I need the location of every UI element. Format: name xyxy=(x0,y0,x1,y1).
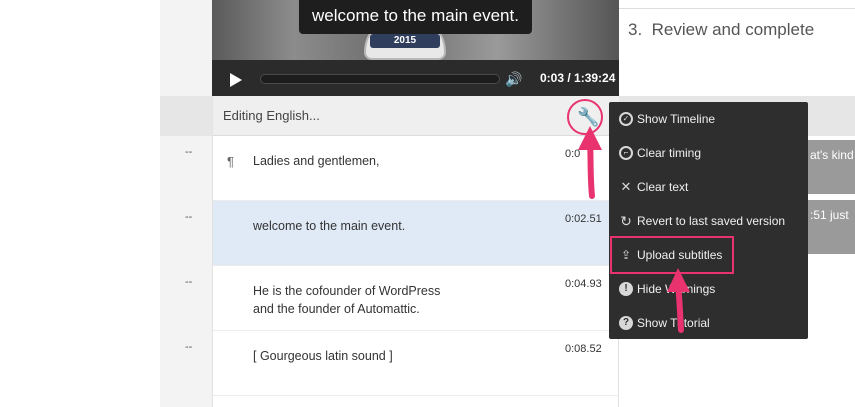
editor-header: Editing English... 🔧 xyxy=(213,96,619,136)
tools-button[interactable]: 🔧 xyxy=(567,99,603,135)
subtitle-time: 0:02.51 xyxy=(565,213,602,225)
subtitle-row[interactable]: ¶ Ladies and gentlemen, 0:0 xyxy=(213,136,619,201)
volume-icon[interactable]: 🔊 xyxy=(505,72,525,86)
x-icon: ✕ xyxy=(620,179,632,194)
menu-item-hide-warnings[interactable]: ! Hide Warnings xyxy=(609,273,808,305)
subtitle-time: 0:04.93 xyxy=(565,278,602,290)
menu-item-label: Clear timing xyxy=(637,146,702,160)
row-dash: -- xyxy=(185,211,193,223)
step-label: Review and complete xyxy=(651,20,815,39)
undo-icon: ↻ xyxy=(620,213,632,229)
menu-item-label: Show Timeline xyxy=(637,112,716,126)
upload-icon: ⇪ xyxy=(620,248,632,262)
subtitle-text[interactable]: Ladies and gentlemen, xyxy=(253,152,533,170)
menu-item-show-timeline[interactable]: ✓ Show Timeline xyxy=(609,103,808,135)
play-icon[interactable] xyxy=(230,73,242,87)
subtitle-time: 0:08.52 xyxy=(565,343,602,355)
tools-menu: ✓ Show Timeline ⌐ Clear timing ✕ Clear t… xyxy=(609,102,808,339)
row-dash: -- xyxy=(185,146,193,158)
help-icon: ? xyxy=(619,316,633,330)
menu-item-label: Hide Warnings xyxy=(637,282,716,296)
step-review-and-complete: 3. Review and complete xyxy=(628,20,814,40)
translation-cell[interactable]: :51 just xyxy=(806,200,855,254)
step-divider xyxy=(619,8,855,9)
menu-item-clear-text[interactable]: ✕ Clear text xyxy=(609,171,808,203)
clock-icon: ⌐ xyxy=(619,146,633,160)
menu-item-label: Upload subtitles xyxy=(637,248,723,262)
row-dash: -- xyxy=(185,276,193,288)
menu-item-show-tutorial[interactable]: ? Show Tutorial xyxy=(609,307,808,339)
video-progress-bar[interactable] xyxy=(260,74,500,84)
wrench-icon: 🔧 xyxy=(577,107,600,127)
menu-item-revert[interactable]: ↻ Revert to last saved version xyxy=(609,205,808,237)
row-dash: -- xyxy=(185,341,193,353)
editor-title: Editing English... xyxy=(223,108,320,123)
subtitle-row[interactable]: [ Gourgeous latin sound ] 0:08.52 xyxy=(213,331,619,396)
video-caption: welcome to the main event. xyxy=(299,0,532,34)
video-controls: 🔊 0:03 / 1:39:24 xyxy=(212,60,619,96)
paragraph-icon[interactable]: ¶ xyxy=(227,154,234,169)
subtitle-row[interactable]: He is the cofounder of WordPress and the… xyxy=(213,266,619,331)
video-player[interactable]: 2015 welcome to the main event. 🔊 0:03 /… xyxy=(212,0,619,96)
event-badge-year: 2015 xyxy=(370,34,440,48)
video-time: 0:03 / 1:39:24 xyxy=(540,71,616,85)
menu-item-upload-subtitles[interactable]: ⇪ Upload subtitles xyxy=(609,239,808,271)
left-gutter xyxy=(0,0,160,407)
subtitle-row[interactable]: welcome to the main event. 0:02.51 xyxy=(213,201,619,266)
translation-cell[interactable]: at's kind xyxy=(806,140,855,194)
menu-item-clear-timing[interactable]: ⌐ Clear timing xyxy=(609,137,808,169)
check-circle-icon: ✓ xyxy=(619,112,633,126)
menu-item-label: Clear text xyxy=(637,180,689,194)
step-number: 3. xyxy=(628,20,643,39)
subtitle-editor: Editing English... 🔧 ¶ Ladies and gentle… xyxy=(212,96,619,407)
menu-item-label: Revert to last saved version xyxy=(637,214,786,228)
subtitle-text[interactable]: [ Gourgeous latin sound ] xyxy=(253,347,533,365)
subtitle-text[interactable]: welcome to the main event. xyxy=(253,217,533,235)
menu-item-label: Show Tutorial xyxy=(637,316,710,330)
subtitle-text[interactable]: He is the cofounder of WordPress and the… xyxy=(253,282,533,318)
warning-icon: ! xyxy=(619,282,633,296)
subtitle-time: 0:0 xyxy=(565,148,581,160)
